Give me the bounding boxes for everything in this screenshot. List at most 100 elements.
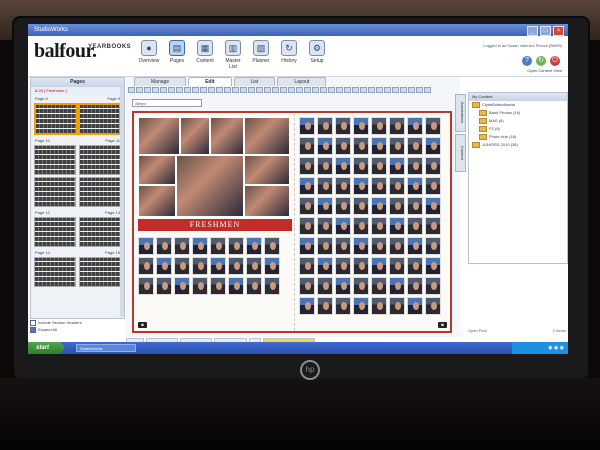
page-thumbnail[interactable]: [34, 217, 76, 247]
toolbar-button[interactable]: [176, 87, 183, 93]
toolbar-button[interactable]: [336, 87, 343, 93]
font-select[interactable]: Alleyo: [132, 99, 202, 107]
camera-icon[interactable]: ◙: [138, 322, 147, 328]
student-portrait[interactable]: [425, 157, 441, 175]
student-portrait[interactable]: [371, 197, 387, 215]
help-icon[interactable]: ?: [522, 56, 532, 66]
candid-photo[interactable]: [180, 117, 210, 155]
toolbar-button[interactable]: [264, 87, 271, 93]
student-portrait[interactable]: [407, 137, 423, 155]
student-portrait[interactable]: [299, 257, 315, 275]
candid-photo[interactable]: [244, 155, 290, 185]
student-portrait[interactable]: [425, 297, 441, 315]
left-page[interactable]: FRESHMEN ◙: [134, 113, 292, 331]
checkbox[interactable]: [30, 326, 36, 333]
student-portrait[interactable]: [317, 257, 333, 275]
student-portrait[interactable]: [407, 217, 423, 235]
candid-photo[interactable]: [244, 117, 290, 155]
tab-layout[interactable]: Layout: [277, 77, 327, 86]
student-portrait[interactable]: [264, 277, 280, 295]
student-portrait[interactable]: [174, 277, 190, 295]
student-portrait[interactable]: [335, 197, 351, 215]
open-content-view-link[interactable]: Open Content View: [527, 68, 562, 73]
student-portrait[interactable]: [389, 137, 405, 155]
toolbar-button[interactable]: [216, 87, 223, 93]
candid-photo[interactable]: [176, 155, 244, 217]
page-thumbnail[interactable]: [77, 103, 121, 135]
student-portrait[interactable]: [353, 297, 369, 315]
tree-folder[interactable]: JUNIORS 2010 (36): [469, 141, 567, 149]
student-portrait[interactable]: [210, 237, 226, 255]
student-portrait[interactable]: [299, 197, 315, 215]
student-portrait[interactable]: [389, 297, 405, 315]
close-button[interactable]: ×: [553, 26, 564, 36]
student-portrait[interactable]: [174, 257, 190, 275]
tree-root[interactable]: ClydeBolteaNavita: [469, 101, 567, 109]
student-portrait[interactable]: [371, 137, 387, 155]
toolbar-button[interactable]: [272, 87, 279, 93]
toolbar-button[interactable]: [136, 87, 143, 93]
student-portrait[interactable]: [317, 237, 333, 255]
page-thumbnail[interactable]: [34, 257, 76, 287]
student-portrait[interactable]: [353, 177, 369, 195]
toolbar-button[interactable]: [344, 87, 351, 93]
student-portrait[interactable]: [299, 137, 315, 155]
toolbar-button[interactable]: [296, 87, 303, 93]
toolbar-button[interactable]: [384, 87, 391, 93]
pages-scrollbar[interactable]: [120, 87, 124, 317]
student-portrait[interactable]: [425, 117, 441, 135]
start-button[interactable]: start: [28, 342, 64, 354]
student-portrait[interactable]: [246, 237, 262, 255]
student-portrait[interactable]: [317, 137, 333, 155]
student-portrait[interactable]: [353, 237, 369, 255]
student-portrait[interactable]: [299, 237, 315, 255]
student-portrait[interactable]: [156, 277, 172, 295]
toolbar-button[interactable]: [160, 87, 167, 93]
student-portrait[interactable]: [138, 277, 154, 295]
page-thumbnail[interactable]: [34, 103, 78, 135]
candid-photo[interactable]: [210, 117, 244, 155]
student-portrait[interactable]: [156, 257, 172, 275]
student-portrait[interactable]: [299, 117, 315, 135]
student-portrait[interactable]: [335, 217, 351, 235]
tree-folder[interactable]: Photo club (18): [469, 133, 567, 141]
student-portrait[interactable]: [228, 257, 244, 275]
student-portrait[interactable]: [371, 217, 387, 235]
student-portrait[interactable]: [317, 217, 333, 235]
tab-content[interactable]: Content: [455, 134, 466, 172]
tab-edit[interactable]: Edit: [188, 77, 232, 86]
student-portrait[interactable]: [317, 117, 333, 135]
student-portrait[interactable]: [192, 237, 208, 255]
student-portrait[interactable]: [335, 117, 351, 135]
toolbar-button[interactable]: [360, 87, 367, 93]
tree-folder[interactable]: MAS (6): [469, 117, 567, 125]
candid-photo[interactable]: [138, 117, 180, 155]
yearbook-spread[interactable]: FRESHMEN ◙ ◙: [132, 111, 452, 333]
student-portrait[interactable]: [156, 237, 172, 255]
right-page[interactable]: ◙: [294, 113, 451, 331]
student-portrait[interactable]: [389, 257, 405, 275]
student-portrait[interactable]: [335, 277, 351, 295]
tab-list[interactable]: List: [233, 77, 276, 86]
toolbar-button[interactable]: [424, 87, 431, 93]
toolbar-button[interactable]: [312, 87, 319, 93]
student-portrait[interactable]: [246, 257, 262, 275]
student-portrait[interactable]: [425, 237, 441, 255]
student-portrait[interactable]: [246, 277, 262, 295]
student-portrait[interactable]: [317, 177, 333, 195]
tool-planner[interactable]: ▧ Planner: [250, 40, 272, 70]
student-portrait[interactable]: [353, 217, 369, 235]
student-portrait[interactable]: [389, 237, 405, 255]
candid-photo[interactable]: [138, 155, 176, 185]
toolbar-button[interactable]: [288, 87, 295, 93]
student-portrait[interactable]: [353, 257, 369, 275]
logout-icon[interactable]: ⏻: [550, 56, 560, 66]
student-portrait[interactable]: [353, 197, 369, 215]
student-portrait[interactable]: [317, 277, 333, 295]
toolbar-button[interactable]: [352, 87, 359, 93]
toolbar-button[interactable]: [304, 87, 311, 93]
student-portrait[interactable]: [407, 157, 423, 175]
toolbar-button[interactable]: [320, 87, 327, 93]
student-portrait[interactable]: [371, 277, 387, 295]
student-portrait[interactable]: [353, 157, 369, 175]
